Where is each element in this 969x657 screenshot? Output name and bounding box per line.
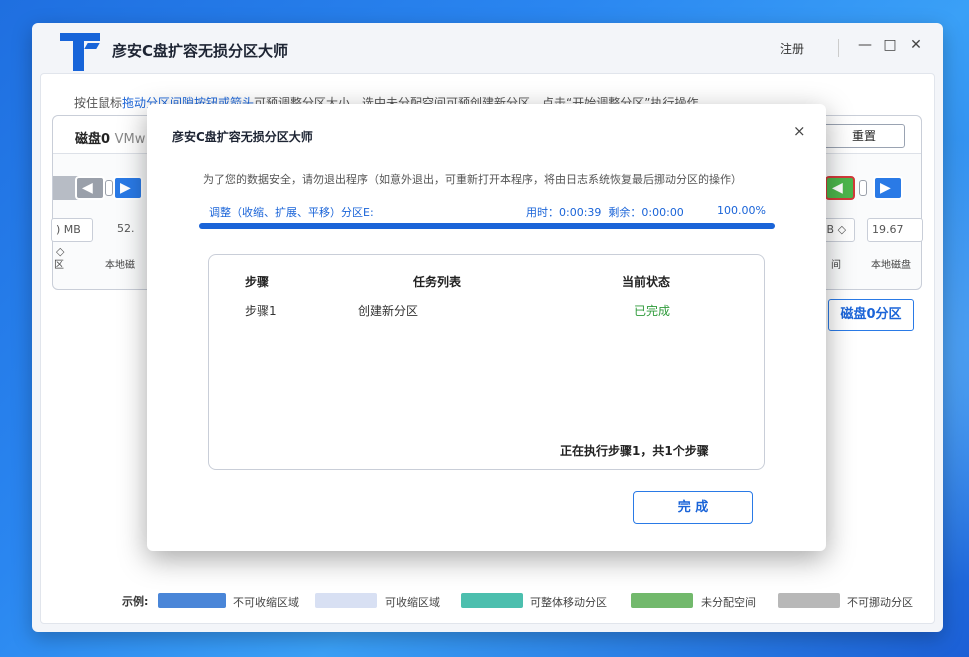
legend-label: 可整体移动分区 (530, 596, 607, 609)
disk-partition-button[interactable]: 磁盘0分区 (828, 299, 914, 331)
reset-button[interactable]: 重置 (823, 124, 905, 148)
legend-swatch (315, 593, 377, 608)
partition-label: 间 (831, 260, 841, 271)
safety-notice: 为了您的数据安全，请勿退出程序（如意外退出，可重新打开本程序，将由日志系统恢复最… (203, 173, 742, 186)
app-logo-icon (60, 33, 100, 71)
remaining-time: 剩余：0:00:00 (608, 206, 684, 219)
drag-handle-left-icon[interactable]: ◀ (825, 176, 855, 200)
operation-label: 调整（收缩、扩展、平移）分区E: (209, 206, 374, 219)
partition-label: 本地磁 (105, 260, 135, 271)
legend-swatch (461, 593, 523, 608)
progress-dialog: 彦安C盘扩容无损分区大师 × 为了您的数据安全，请勿退出程序（如意外退出，可重新… (147, 104, 826, 551)
minimize-icon[interactable]: — (857, 37, 873, 53)
disk-model: VMw (114, 132, 146, 147)
register-link[interactable]: 注册 (780, 40, 804, 57)
table-cell-status: 已完成 (634, 304, 671, 318)
table-header: 当前状态 (622, 275, 671, 289)
table-header: 任务列表 (413, 275, 462, 289)
task-table: 步骤 任务列表 当前状态 步骤1 创建新分区 已完成 正在执行步骤1，共1个步骤 (208, 254, 765, 470)
size-stepper[interactable]: ) MB ◇ (51, 218, 93, 258)
table-header: 步骤 (245, 275, 270, 289)
legend-label: 不可挪动分区 (847, 596, 913, 609)
hint-prefix: 按住鼠标 (74, 96, 123, 110)
close-icon[interactable]: ✕ (908, 37, 924, 53)
app-title: 彦安C盘扩容无损分区大师 (112, 42, 289, 60)
partition-label: 区 (54, 260, 64, 271)
legend-swatch (158, 593, 226, 608)
dialog-title: 彦安C盘扩容无损分区大师 (172, 130, 313, 144)
legend-title: 示例: (122, 595, 149, 608)
drag-handle-left-icon[interactable]: ◀ (75, 176, 105, 200)
partition-label: 本地磁盘 (871, 260, 911, 271)
legend: 示例: 不可收缩区域 可收缩区域 可整体移动分区 未分配空间 不可挪动分区 (41, 591, 936, 611)
legend-swatch (778, 593, 840, 608)
drag-handle-right-icon[interactable]: ▶ (113, 176, 143, 200)
table-cell-step: 步骤1 (245, 304, 277, 318)
maximize-icon[interactable]: □ (882, 37, 898, 53)
gap-handle[interactable] (859, 180, 867, 196)
legend-label: 可收缩区域 (385, 596, 440, 609)
legend-label: 不可收缩区域 (233, 596, 299, 609)
gap-handle[interactable] (105, 180, 113, 196)
drag-handle-right-icon[interactable]: ▶ (873, 176, 903, 200)
finish-button[interactable]: 完 成 (633, 491, 753, 524)
table-cell-task: 创建新分区 (358, 304, 419, 318)
disk-name: 磁盘0 VMw (75, 132, 146, 147)
title-bar: 彦安C盘扩容无损分区大师 注册 — □ ✕ (32, 23, 943, 73)
progress-bar (199, 223, 775, 229)
legend-swatch (631, 593, 693, 608)
progress-percent: 100.00% (717, 204, 766, 217)
dialog-close-icon[interactable]: × (793, 122, 806, 140)
size-value: 19.67 (867, 218, 923, 242)
task-summary: 正在执行步骤1，共1个步骤 (560, 444, 709, 458)
title-separator (838, 39, 839, 57)
elapsed-time: 用时：0:00:39 (526, 206, 602, 219)
legend-label: 未分配空间 (701, 596, 756, 609)
progress-bar-fill (199, 223, 775, 229)
time-info: 用时：0:00:39 剩余：0:00:00 (526, 204, 684, 220)
